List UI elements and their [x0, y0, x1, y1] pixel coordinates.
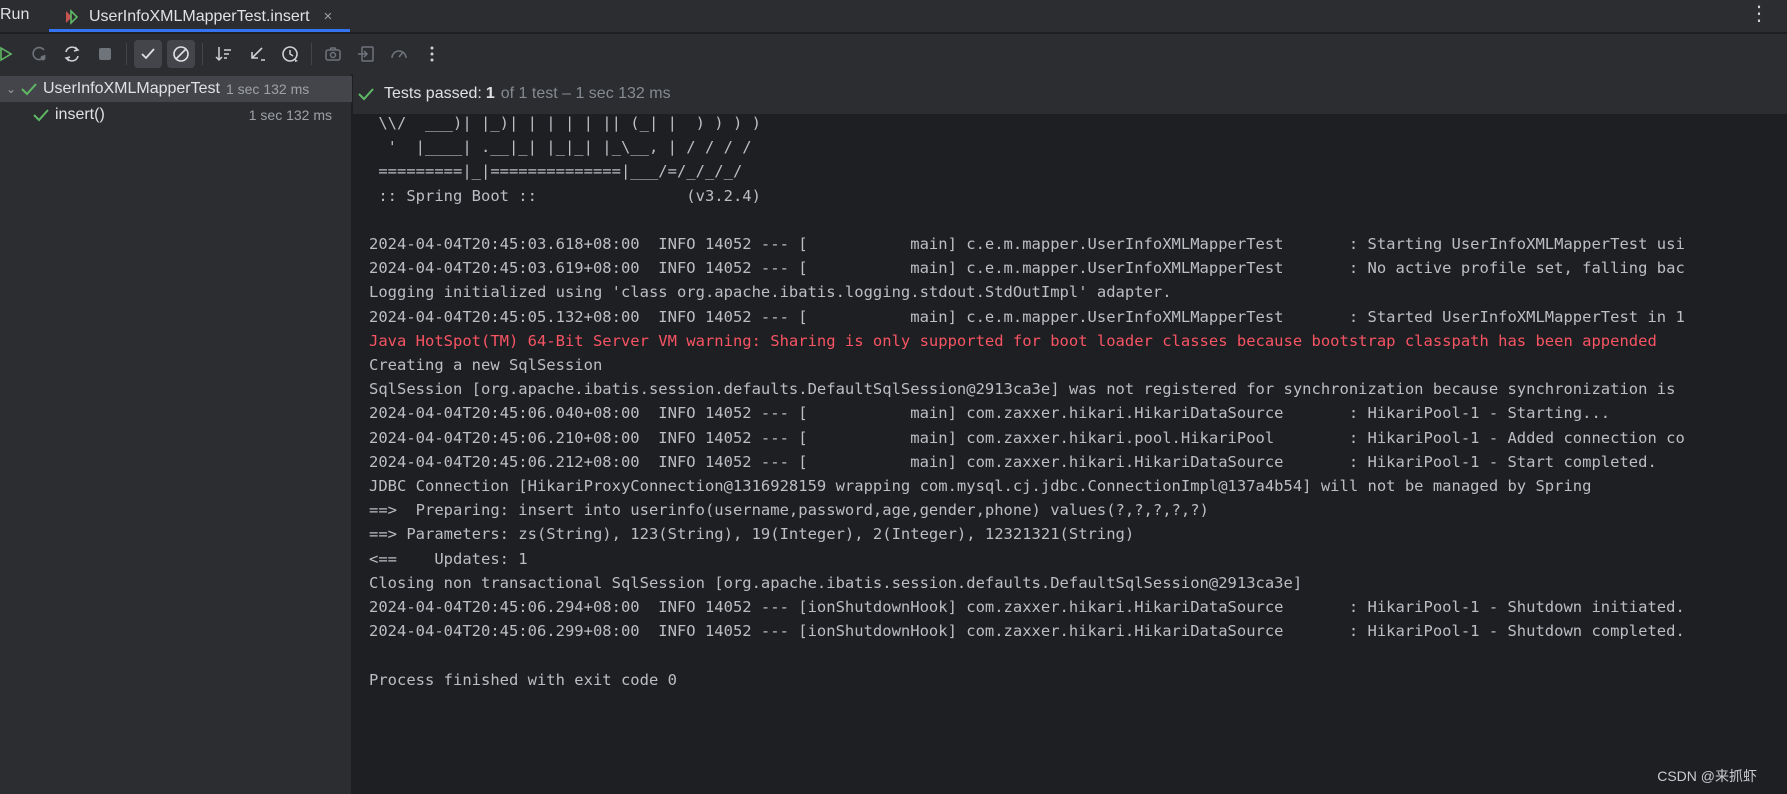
import-icon — [358, 46, 374, 62]
console-line: 2024-04-04T20:45:03.618+08:00 INFO 14052… — [369, 235, 1685, 253]
console-line: ==> Preparing: insert into userinfo(user… — [369, 501, 1209, 520]
console-line: Process finished with exit code 0 — [369, 670, 677, 689]
run-toolbar — [0, 34, 1787, 74]
toggle-auto-test-icon — [64, 46, 80, 62]
toggle-auto-test-button[interactable] — [58, 40, 86, 68]
rerun-failed-button[interactable] — [25, 40, 53, 68]
console-line: 2024-04-04T20:45:06.210+08:00 INFO 14052… — [369, 428, 1685, 447]
gauge-icon — [391, 50, 407, 59]
watermark: CSDN @来抓虾 — [1657, 768, 1757, 784]
console-line: 2024-04-04T20:45:06.299+08:00 INFO 14052… — [369, 622, 1685, 641]
tab-title: UserInfoXMLMapperTest.insert — [89, 7, 310, 25]
console-line: :: Spring Boot :: (v3.2.4) — [369, 186, 761, 205]
passed-count: 1 — [485, 85, 495, 102]
test-tree: ⌄ UserInfoXMLMapperTest 1 sec 132 ms ins… — [0, 74, 352, 794]
close-icon[interactable]: × — [324, 8, 333, 25]
console-warning-line: Java HotSpot(TM) 64-Bit Server VM warnin… — [369, 331, 1657, 350]
console-line: Creating a new SqlSession — [369, 356, 603, 374]
history-button[interactable] — [276, 40, 304, 68]
tree-item-test-class[interactable]: ⌄ UserInfoXMLMapperTest 1 sec 132 ms — [0, 76, 352, 102]
more-options-icon[interactable]: ⋮ — [1749, 4, 1769, 24]
console-line: JDBC Connection [HikariProxyConnection@1… — [369, 477, 1592, 495]
rerun-button[interactable] — [0, 40, 20, 68]
run-tool-window-title: Run — [0, 6, 30, 23]
passed-check-icon — [21, 83, 37, 96]
toolbar-separator — [311, 43, 312, 65]
tool-window-header: Run UserInfoXMLMapperTest.insert × ⋮ — [0, 0, 1787, 33]
show-passed-toggle[interactable] — [134, 40, 162, 68]
console-scrollbar[interactable] — [1777, 114, 1787, 794]
toolbar-separator — [126, 43, 127, 65]
status-summary: of 1 test – 1 sec 132 ms — [500, 85, 671, 102]
stop-button[interactable] — [91, 40, 119, 68]
test-method-name: insert() — [55, 106, 105, 123]
active-tab-indicator — [49, 29, 350, 32]
console-line: Closing non transactional SqlSession [or… — [369, 573, 1303, 592]
passed-check-icon — [358, 88, 374, 101]
chevron-down-icon[interactable]: ⌄ — [6, 82, 20, 96]
sort-icon — [215, 47, 231, 62]
status-prefix: Tests passed: — [384, 85, 482, 102]
tree-item-test-method[interactable]: insert() 1 sec 132 ms — [0, 102, 352, 128]
history-icon — [282, 46, 298, 62]
test-method-duration: 1 sec 132 ms — [248, 107, 332, 123]
show-ignored-toggle[interactable] — [167, 40, 195, 68]
more-actions-button[interactable] — [418, 40, 446, 68]
test-status-bar: Tests passed: 1 of 1 test – 1 sec 132 ms — [353, 74, 1787, 114]
console-line: Logging initialized using 'class org.apa… — [369, 283, 1172, 302]
console-line: <== Updates: 1 — [369, 549, 528, 568]
console-line: 2024-04-04T20:45:06.294+08:00 INFO 14052… — [369, 598, 1685, 616]
console-line: SqlSession [org.apache.ibatis.session.de… — [369, 380, 1676, 399]
console-line: 2024-04-04T20:45:03.619+08:00 INFO 14052… — [369, 259, 1685, 278]
test-class-name: UserInfoXMLMapperTest — [43, 80, 220, 97]
console-line: ==> Parameters: zs(String), 123(String),… — [369, 525, 1135, 544]
console-line: 2024-04-04T20:45:06.040+08:00 INFO 14052… — [369, 404, 1611, 423]
console-line: 2024-04-04T20:45:05.132+08:00 INFO 14052… — [369, 307, 1685, 326]
console-line: ' |____| .__|_| |_|_| |_\__, | / / / / — [369, 138, 752, 157]
stop-icon — [99, 48, 111, 60]
test-config-icon — [66, 8, 79, 25]
collapse-icon — [251, 47, 265, 61]
checkmark-icon — [141, 48, 155, 60]
console-line: \\/ ___)| |_)| | | | | || (_| | ) ) ) ) — [369, 114, 761, 132]
import-tests-button[interactable] — [352, 40, 380, 68]
rerun-failed-icon — [32, 46, 46, 61]
screenshot-button[interactable] — [319, 40, 347, 68]
toolbar-separator — [202, 43, 203, 65]
console-output[interactable]: \\/ ___)| |_)| | | | | || (_| | ) ) ) ) … — [353, 114, 1787, 794]
passed-check-icon — [33, 109, 49, 122]
rerun-icon — [0, 46, 13, 62]
ignored-icon — [173, 46, 189, 62]
console-line: =========|_|==============|___/=/_/_/_/ — [369, 162, 743, 181]
test-class-duration: 1 sec 132 ms — [225, 81, 310, 97]
camera-icon — [325, 47, 341, 61]
sort-button[interactable] — [210, 40, 238, 68]
coverage-button[interactable] — [385, 40, 413, 68]
collapse-button[interactable] — [243, 40, 271, 68]
more-icon — [430, 46, 434, 62]
console-line: 2024-04-04T20:45:06.212+08:00 INFO 14052… — [369, 452, 1657, 471]
